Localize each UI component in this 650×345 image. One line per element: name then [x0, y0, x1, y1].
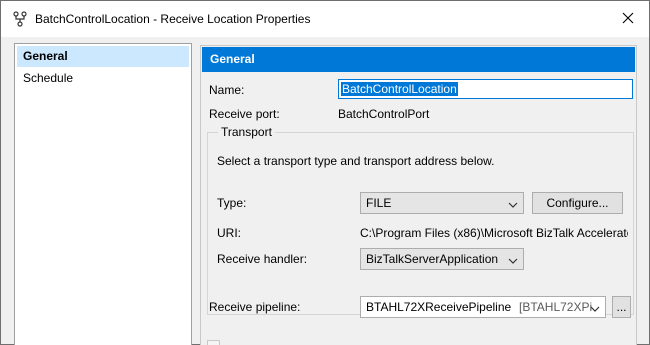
transport-legend: Transport: [218, 125, 275, 139]
configure-button[interactable]: Configure...: [532, 192, 623, 214]
close-icon: [622, 12, 634, 27]
chevron-down-icon: [507, 253, 519, 265]
transport-description: Select a transport type and transport ad…: [217, 154, 495, 168]
title-bar: BatchControlLocation - Receive Location …: [1, 1, 649, 37]
navigation-list: General Schedule: [14, 43, 192, 345]
nav-item-general[interactable]: General: [17, 46, 189, 67]
receive-port-value: BatchControlPort: [338, 107, 430, 121]
pipeline-browse-button[interactable]: ...: [612, 296, 631, 318]
receive-handler-value: BizTalkServerApplication: [366, 252, 499, 266]
receive-pipeline-select[interactable]: BTAHL72XReceivePipeline [BTAHL72XPi: [360, 296, 606, 318]
disabled-checkbox[interactable]: [207, 340, 220, 345]
receive-pipeline-value: BTAHL72XReceivePipeline: [366, 300, 512, 314]
receive-pipeline-label: Receive pipeline:: [209, 300, 301, 314]
name-field[interactable]: BatchControlLocation: [338, 79, 633, 99]
section-header: General: [202, 47, 635, 72]
close-button[interactable]: [607, 1, 649, 37]
receive-location-properties-dialog: BatchControlLocation - Receive Location …: [0, 0, 650, 345]
transport-type-value: FILE: [366, 196, 392, 210]
name-field-value: BatchControlLocation: [341, 82, 458, 96]
transport-type-select[interactable]: FILE: [360, 192, 524, 214]
receive-handler-label: Receive handler:: [217, 252, 308, 266]
window-title: BatchControlLocation - Receive Location …: [35, 12, 311, 26]
chevron-down-icon: [507, 197, 519, 209]
receive-location-icon: [12, 11, 28, 27]
type-label: Type:: [217, 196, 247, 210]
chevron-down-icon: [589, 301, 601, 313]
nav-item-schedule[interactable]: Schedule: [17, 68, 189, 89]
uri-label: URI:: [217, 226, 241, 240]
transport-group: Transport Select a transport type and tr…: [207, 125, 634, 315]
receive-handler-select[interactable]: BizTalkServerApplication: [360, 248, 524, 270]
name-label: Name:: [209, 83, 245, 97]
receive-port-label: Receive port:: [209, 107, 280, 121]
receive-pipeline-assembly: [BTAHL72XPi: [519, 300, 593, 314]
general-panel: General Name: BatchControlLocation Recei…: [200, 45, 637, 345]
uri-value: C:\Program Files (x86)\Microsoft BizTalk…: [360, 226, 628, 240]
uri-field[interactable]: C:\Program Files (x86)\Microsoft BizTalk…: [360, 226, 628, 242]
